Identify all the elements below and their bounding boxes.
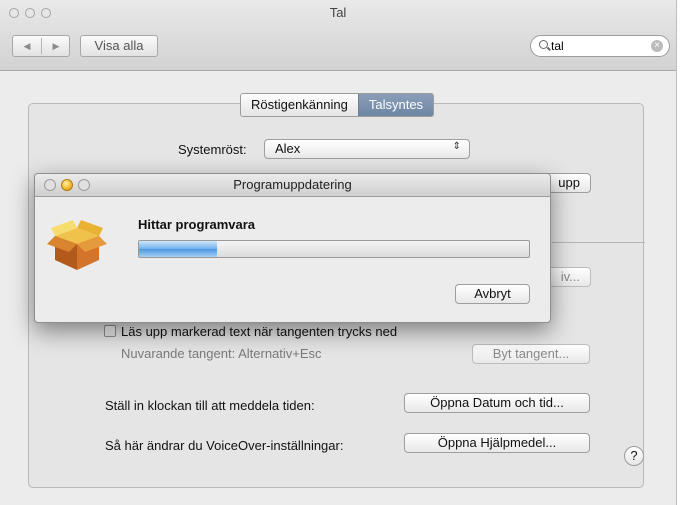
- system-voice-label: Systemröst:: [178, 142, 247, 157]
- software-update-dialog: Programuppdatering Hittar programvara Av…: [34, 173, 551, 323]
- change-key-button[interactable]: Byt tangent...: [472, 344, 590, 364]
- forward-arrow-icon[interactable]: ▶: [42, 36, 70, 56]
- updown-arrows-icon: ⇕: [452, 141, 461, 152]
- dialog-title: Programuppdatering: [233, 177, 352, 192]
- search-input[interactable]: [551, 38, 646, 54]
- show-all-button[interactable]: Visa alla: [80, 35, 158, 57]
- system-voice-popup[interactable]: Alex ⇕: [264, 139, 470, 159]
- open-datetime-button[interactable]: Öppna Datum och tid...: [404, 393, 590, 413]
- dialog-titlebar: Programuppdatering: [35, 174, 550, 197]
- package-icon: [47, 220, 107, 270]
- window-title: Tal: [329, 5, 347, 20]
- back-arrow-icon[interactable]: ◀: [13, 36, 41, 56]
- clear-search-icon[interactable]: ×: [651, 40, 663, 52]
- search-icon: [539, 40, 548, 49]
- status-text: Hittar programvara: [138, 217, 256, 232]
- current-key-text: Nuvarande tangent: Alternativ+Esc: [121, 346, 322, 361]
- progress-bar: [138, 240, 530, 258]
- tab-speech-recognition[interactable]: Röstigenkänning: [241, 94, 358, 116]
- tab-bar: Röstigenkänning Talsyntes: [240, 93, 435, 117]
- open-accessibility-button[interactable]: Öppna Hjälpmedel...: [404, 433, 590, 453]
- divider: [552, 242, 645, 243]
- clock-label: Ställ in klockan till att meddela tiden:: [105, 398, 315, 413]
- tab-text-to-speech[interactable]: Talsyntes: [357, 94, 434, 116]
- read-selected-checkbox[interactable]: [104, 325, 116, 337]
- search-field[interactable]: ×: [530, 35, 670, 57]
- progress-fill: [139, 241, 217, 257]
- toolbar: Tal ◀ ▶ Visa alla ×: [0, 0, 676, 71]
- cancel-button[interactable]: Avbryt: [455, 284, 530, 304]
- read-selected-label: Läs upp markerad text när tangenten tryc…: [121, 324, 398, 339]
- voiceover-label: Så här ändrar du VoiceOver-inställningar…: [105, 438, 344, 453]
- nav-segment: ◀ ▶: [12, 35, 70, 57]
- help-button[interactable]: ?: [624, 446, 644, 466]
- system-voice-value: Alex: [275, 141, 301, 156]
